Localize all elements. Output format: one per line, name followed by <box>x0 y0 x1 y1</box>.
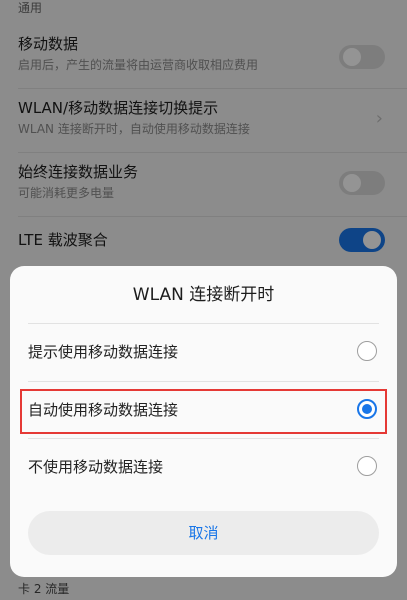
wlan-disconnect-dialog: WLAN 连接断开时 提示使用移动数据连接 自动使用移动数据连接 不使用移动数据… <box>10 266 397 577</box>
option-never[interactable]: 不使用移动数据连接 <box>10 439 397 495</box>
radio-button[interactable] <box>357 341 377 361</box>
cancel-button[interactable]: 取消 <box>28 511 379 555</box>
option-label: 提示使用移动数据连接 <box>28 343 179 361</box>
option-label: 不使用移动数据连接 <box>28 458 164 476</box>
selection-highlight <box>20 389 387 434</box>
radio-button[interactable] <box>357 456 377 476</box>
dialog-title: WLAN 连接断开时 <box>132 285 275 305</box>
option-prompt[interactable]: 提示使用移动数据连接 <box>10 324 397 380</box>
